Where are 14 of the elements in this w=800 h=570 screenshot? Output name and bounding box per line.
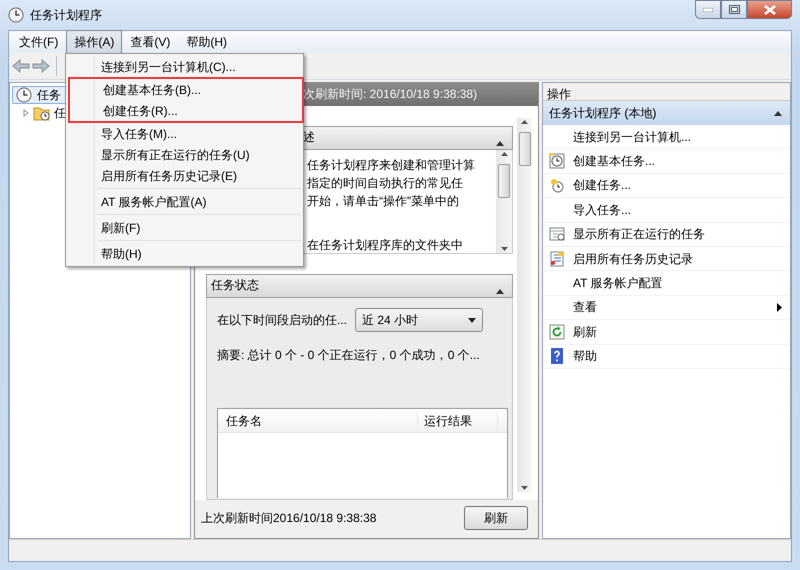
pane-title: 操作 <box>543 83 790 101</box>
tree-label: 任 <box>54 105 66 122</box>
description-line: 开始，请单击“操作”菜单中的 <box>307 193 460 210</box>
description-line: 指定的时间自动执行的常见任 <box>307 175 464 192</box>
tree-label: 任务 <box>37 87 61 104</box>
window-title: 任务计划程序 <box>30 7 102 24</box>
section-title: 任务状态 <box>211 277 259 294</box>
description-line: 任务计划程序来创建和管理计算 <box>307 157 476 174</box>
section-title: 述 <box>302 129 315 146</box>
header-text: 次刷新时间: 2016/10/18 9:38:38) <box>303 86 478 103</box>
summary-text: 摘要: 总计 0 个 - 0 个正在运行，0 个成功，0 个... <box>217 347 481 364</box>
last-refresh-text: 上次刷新时间2016/10/18 9:38:38 <box>201 510 376 527</box>
description-line: 在任务计划程序库的文件夹中 <box>307 237 464 253</box>
filter-label: 在以下时间段启动的任... <box>217 312 348 329</box>
